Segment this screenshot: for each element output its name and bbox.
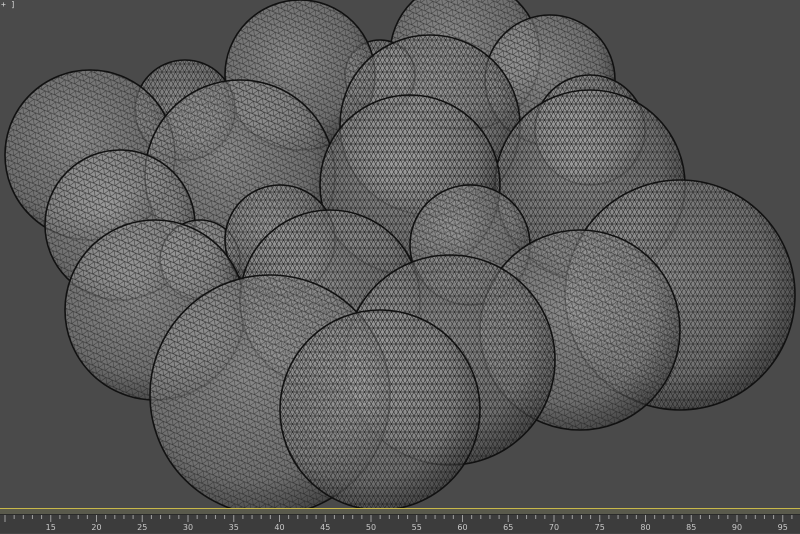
ruler-tick-label: 60	[457, 523, 468, 532]
perspective-viewport[interactable]: + ]	[0, 0, 800, 508]
ruler-tick-label: 85	[686, 523, 697, 532]
wireframe-sphere[interactable]	[279, 309, 481, 508]
ruler-tick-label: 15	[45, 523, 56, 532]
ruler-tick-label: 65	[503, 523, 514, 532]
ruler-tick-label: 50	[365, 523, 377, 532]
ruler-tick-label: 30	[182, 523, 194, 532]
ruler-tick-label: 25	[137, 523, 148, 532]
ruler-tick-label: 45	[320, 523, 331, 532]
ruler-tick-label: 95	[777, 523, 788, 532]
ruler-tick-label: 35	[228, 523, 239, 532]
ruler-tick-label: 40	[274, 523, 285, 532]
viewport-menu-label[interactable]: + ]	[1, 0, 15, 9]
wireframe-scene	[4, 0, 796, 508]
time-ruler[interactable]: 15 20 25 30 35 40 45 50 55 60 65 70 75 80 85 90 95	[0, 514, 800, 533]
ruler-tick-label: 80	[640, 523, 651, 532]
ruler-tick-label: 70	[548, 523, 560, 532]
ruler-tick-label: 75	[594, 523, 605, 532]
ruler-tick-label: 55	[411, 523, 422, 532]
ruler-ticks	[4, 515, 793, 522]
ruler-tick-label: 20	[91, 523, 102, 532]
ruler-tick-label: 90	[731, 523, 743, 532]
